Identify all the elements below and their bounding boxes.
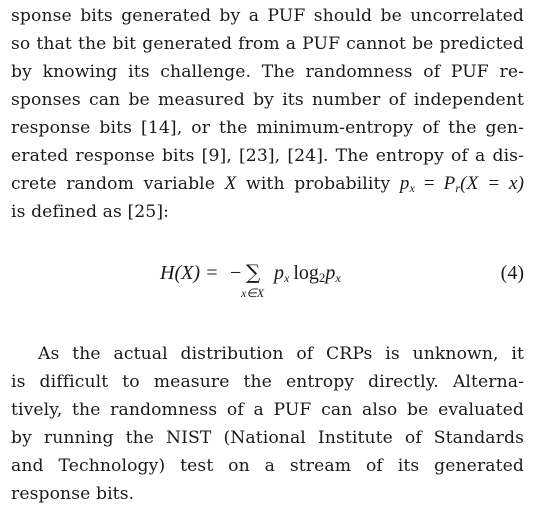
paragraph-line: response bits [14], or the minimum-entro… bbox=[11, 118, 524, 138]
equation-block: H(X) = − ∑ x∈X px log2px (4) bbox=[0, 254, 539, 310]
paragraph-line: sponses can be measured by its number of… bbox=[11, 90, 524, 110]
text-fragment: with probability bbox=[236, 174, 400, 194]
summation-symbol: ∑ bbox=[246, 260, 261, 284]
math-expression: (X = x) bbox=[460, 173, 525, 194]
math-variable: P bbox=[443, 173, 456, 194]
summation-subscript: x∈X bbox=[241, 286, 265, 300]
document-page: sponse bits generated by a PUF should be… bbox=[0, 0, 539, 505]
paragraph-line: by running the NIST (National Institute … bbox=[11, 428, 524, 448]
text-fragment: crete random variable bbox=[11, 174, 225, 194]
equation-rhs: px log2px bbox=[274, 262, 341, 285]
math-variable: p bbox=[399, 173, 410, 194]
paragraph-line: sponse bits generated by a PUF should be… bbox=[11, 6, 524, 26]
paragraph-line: tively, the randomness of a PUF can also… bbox=[11, 400, 524, 420]
paragraph-line: and Technology) test on a stream of its … bbox=[11, 456, 524, 476]
paragraph-line: is difficult to measure the entropy dire… bbox=[11, 372, 524, 392]
paragraph-line: by knowing its challenge. The randomness… bbox=[11, 62, 524, 82]
paragraph-line: so that the bit generated from a PUF can… bbox=[11, 34, 524, 54]
paragraph-line: erated response bits [9], [23], [24]. Th… bbox=[11, 146, 524, 166]
math-variable: X bbox=[224, 173, 237, 194]
equation-minus: − bbox=[230, 262, 242, 284]
math-operator: = bbox=[414, 173, 444, 194]
equation-number: (4) bbox=[500, 262, 524, 284]
equation-lhs: H(X) = bbox=[160, 262, 219, 284]
paragraph-line: is defined as [25]: bbox=[11, 202, 170, 222]
paragraph-line: response bits. bbox=[11, 484, 135, 504]
paragraph-line: As the actual distribution of CRPs is un… bbox=[38, 344, 524, 364]
